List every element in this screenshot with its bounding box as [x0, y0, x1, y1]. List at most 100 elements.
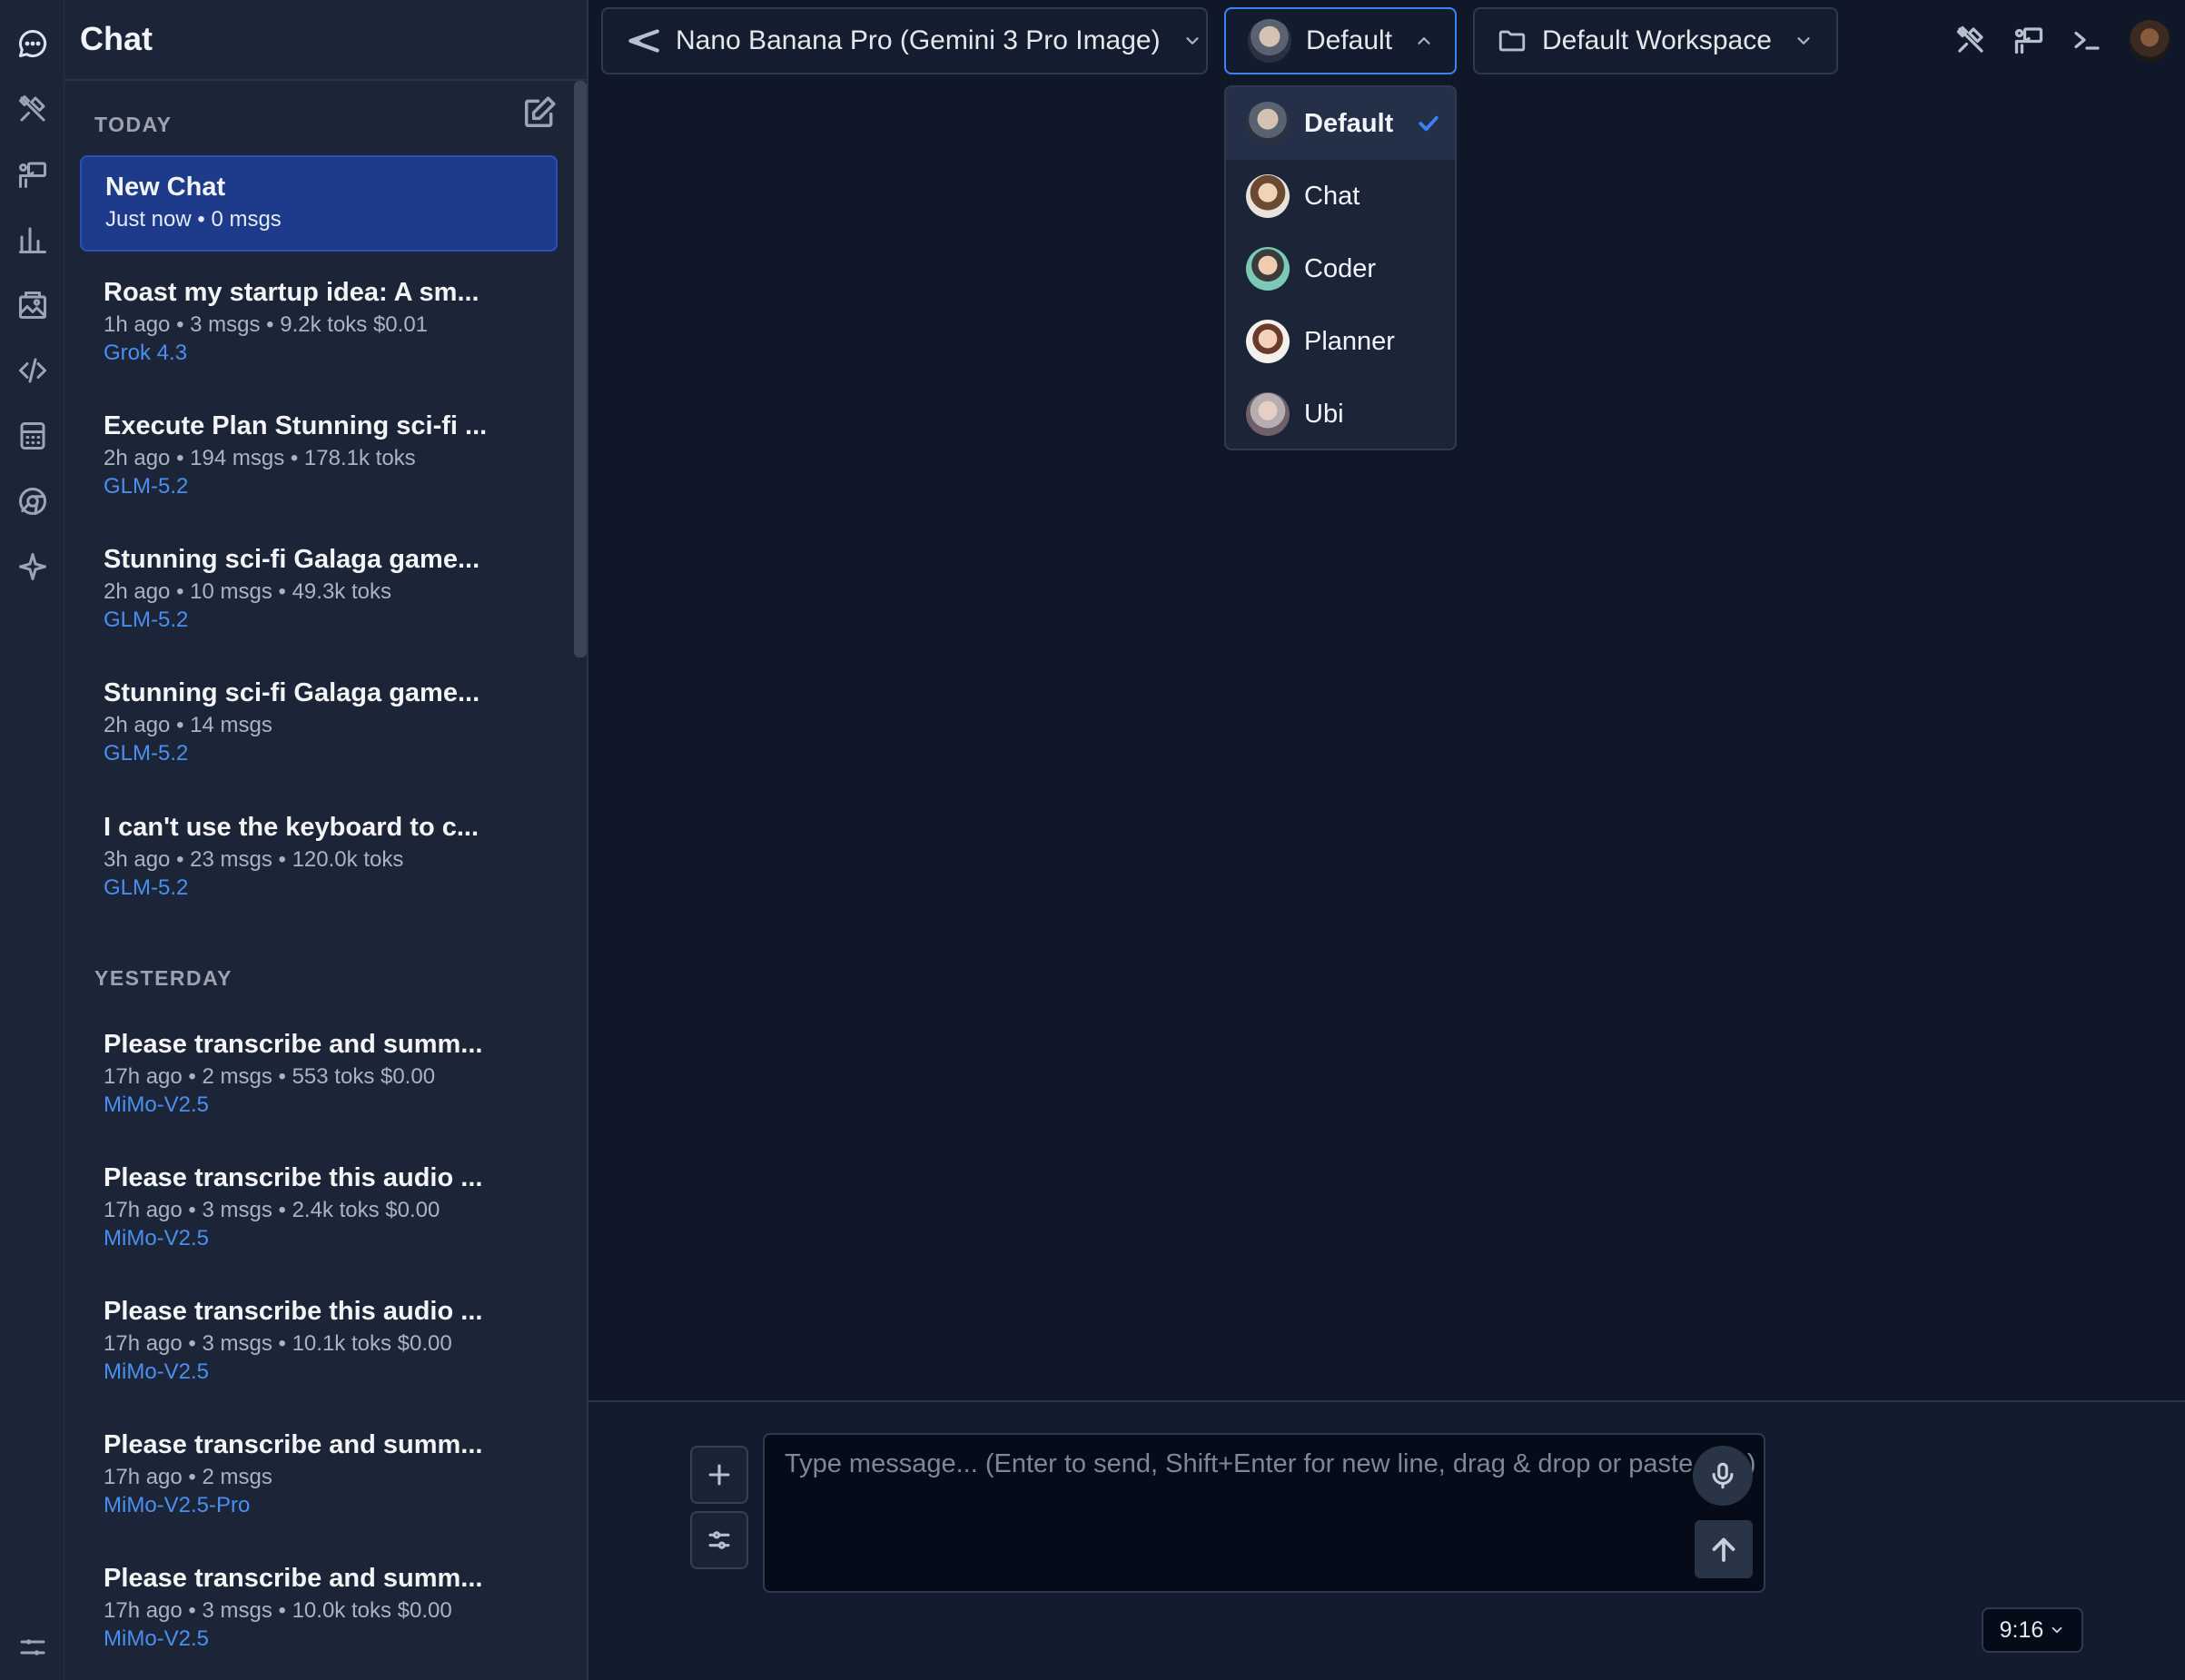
image-gallery-icon[interactable]: [11, 283, 54, 327]
browser-icon[interactable]: [11, 479, 54, 523]
persona-option-default[interactable]: Default: [1226, 87, 1455, 160]
chat-meta: 17h ago • 2 msgs • 553 toks $0.00: [104, 1064, 436, 1089]
composer-area: Type message... (Enter to send, Shift+En…: [588, 1400, 2185, 1680]
chat-item[interactable]: Please transcribe and summ... 17h ago • …: [80, 1414, 558, 1517]
sidebar-scrollbar[interactable]: [574, 81, 587, 657]
chat-title: Please transcribe and summ...: [104, 1030, 483, 1059]
aspect-ratio-selector[interactable]: 9:16: [1982, 1607, 2083, 1653]
chat-model: MiMo-V2.5: [104, 1092, 210, 1117]
persona-option-label: Coder: [1304, 253, 1376, 283]
chat-title: Please transcribe and summ...: [104, 1430, 483, 1459]
chat-model: GLM-5.2: [104, 608, 189, 632]
chat-meta: 2h ago • 194 msgs • 178.1k toks: [104, 446, 416, 470]
chat-item[interactable]: Stunning sci-fi Galaga game... 2h ago • …: [80, 529, 558, 632]
persona-name: Default: [1306, 25, 1393, 55]
chat-meta: Just now • 0 msgs: [105, 207, 282, 232]
microphone-button[interactable]: [1693, 1446, 1753, 1506]
edit-icon: [525, 96, 556, 127]
sliders-icon: [708, 1531, 730, 1549]
chat-model: MiMo-V2.5: [104, 1226, 210, 1250]
calculator-icon[interactable]: [11, 414, 54, 458]
persona-avatar: [1248, 19, 1291, 63]
chat-title: Please transcribe this audio ...: [104, 1163, 483, 1192]
chevron-down-icon: [2052, 1626, 2062, 1634]
send-button[interactable]: [1695, 1520, 1753, 1578]
section-yesterday: YESTERDAY: [94, 966, 232, 990]
checkmark-icon: [1419, 115, 1439, 132]
new-chat-button[interactable]: [521, 94, 558, 131]
persona-option-label: Default: [1304, 108, 1394, 138]
persona-option-planner[interactable]: Planner: [1226, 305, 1455, 378]
chevron-down-icon: [1185, 37, 1199, 44]
model-provider-icon: [628, 29, 659, 53]
chat-meta: 17h ago • 3 msgs • 10.1k toks $0.00: [104, 1331, 452, 1356]
chat-title: Stunning sci-fi Galaga game...: [104, 545, 480, 574]
presentation-icon[interactable]: [2009, 20, 2049, 60]
persona-avatar: [1246, 392, 1290, 436]
microphone-icon: [1712, 1462, 1734, 1489]
arrow-up-icon: [1712, 1537, 1735, 1562]
bar-chart-icon[interactable]: [11, 218, 54, 262]
icon-rail: [0, 0, 64, 1680]
chat-item[interactable]: Please transcribe this audio ... 17h ago…: [80, 1147, 558, 1250]
chat-title: Roast my startup idea: A sm...: [104, 278, 480, 307]
chat-item[interactable]: Roast my startup idea: A sm... 1h ago • …: [80, 262, 558, 365]
presentation-icon[interactable]: [11, 153, 54, 196]
persona-option-label: Planner: [1304, 326, 1395, 356]
chat-model: GLM-5.2: [104, 474, 189, 499]
chat-history-sidebar: Chat TODAY New Chat Just now • 0 msgs Ro…: [64, 0, 588, 1680]
chat-item[interactable]: Please transcribe and summ... 17h ago • …: [80, 1547, 558, 1651]
persona-option-ubi[interactable]: Ubi: [1226, 378, 1455, 449]
chat-model: Grok 4.3: [104, 341, 188, 365]
message-input[interactable]: Type message... (Enter to send, Shift+En…: [763, 1433, 1765, 1593]
chat-title: New Chat: [105, 173, 226, 202]
persona-selector[interactable]: Default: [1224, 7, 1457, 74]
workspace-selector[interactable]: Default Workspace: [1473, 7, 1838, 74]
model-selector[interactable]: Nano Banana Pro (Gemini 3 Pro Image): [601, 7, 1208, 74]
chat-item[interactable]: Please transcribe this audio ... 17h ago…: [80, 1280, 558, 1384]
chat-item[interactable]: Stunning sci-fi Galaga game... 2h ago • …: [80, 662, 558, 766]
aspect-ratio-value: 9:16: [1999, 1616, 2044, 1643]
chat-item[interactable]: New Chat Just now • 0 msgs: [80, 155, 558, 252]
persona-option-chat[interactable]: Chat: [1226, 160, 1455, 232]
sidebar-title: Chat: [80, 20, 153, 57]
options-button[interactable]: [690, 1511, 748, 1569]
chat-title: I can't use the keyboard to c...: [104, 813, 480, 842]
chat-title: Please transcribe this audio ...: [104, 1297, 483, 1326]
chat-item[interactable]: Please transcribe and summ... 17h ago • …: [80, 1013, 558, 1117]
workspace-name: Default Workspace: [1542, 25, 1772, 55]
attach-button[interactable]: [690, 1446, 748, 1504]
chat-model: GLM-5.2: [104, 875, 189, 900]
model-name: Nano Banana Pro (Gemini 3 Pro Image): [676, 25, 1161, 55]
persona-option-label: Chat: [1304, 181, 1360, 211]
terminal-icon[interactable]: [2067, 20, 2107, 60]
sliders-icon[interactable]: [11, 1626, 54, 1669]
code-icon[interactable]: [11, 349, 54, 392]
tools-icon[interactable]: [11, 87, 54, 131]
folder-icon: [1498, 30, 1526, 52]
chevron-up-icon: [1418, 37, 1430, 44]
sidebar-header: Chat: [64, 0, 587, 81]
persona-option-label: Ubi: [1304, 399, 1344, 429]
chevron-down-icon: [1797, 37, 1810, 44]
chat-meta: 17h ago • 3 msgs • 2.4k toks $0.00: [104, 1198, 440, 1222]
chat-model: MiMo-V2.5: [104, 1359, 210, 1384]
chat-meta: 2h ago • 10 msgs • 49.3k toks: [104, 579, 391, 604]
chat-model: MiMo-V2.5-Pro: [104, 1493, 251, 1517]
chat-meta: 2h ago • 14 msgs: [104, 713, 272, 737]
tools-icon[interactable]: [1951, 20, 1991, 60]
persona-avatar: [1246, 320, 1290, 363]
persona-option-coder[interactable]: Coder: [1226, 232, 1455, 305]
chat-title: Stunning sci-fi Galaga game...: [104, 678, 480, 707]
chat-meta: 3h ago • 23 msgs • 120.0k toks: [104, 847, 404, 872]
chat-item[interactable]: I can't use the keyboard to c... 3h ago …: [80, 796, 558, 900]
message-placeholder: Type message... (Enter to send, Shift+En…: [785, 1449, 1756, 1478]
chat-item[interactable]: Execute Plan Stunning sci-fi ... 2h ago …: [80, 395, 558, 499]
chat-model: GLM-5.2: [104, 741, 189, 766]
persona-dropdown: Default Chat Coder Planner Ubi: [1224, 85, 1457, 450]
plus-icon: [708, 1464, 730, 1486]
chat-bubble-icon[interactable]: [11, 22, 54, 65]
sparkle-icon[interactable]: [11, 545, 54, 588]
chat-title: Execute Plan Stunning sci-fi ...: [104, 411, 488, 440]
user-avatar[interactable]: [2129, 20, 2170, 62]
